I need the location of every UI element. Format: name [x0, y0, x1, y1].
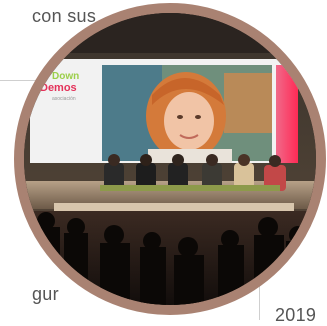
- article-text-fragment-top: con sus: [32, 6, 97, 26]
- screen-logo-line1: Down: [52, 71, 79, 82]
- article-text-fragment-year: 2019: [275, 305, 317, 325]
- screen-logo-line2: Demos: [40, 82, 77, 94]
- event-photo[interactable]: Down Demos asociación: [14, 3, 326, 315]
- article-text-fragment-bottom: gur: [32, 284, 59, 304]
- event-photo-image: Down Demos asociación: [24, 13, 316, 305]
- projection-screen: Down Demos asociación: [30, 59, 298, 163]
- screen-logo-line3: asociación: [52, 96, 76, 102]
